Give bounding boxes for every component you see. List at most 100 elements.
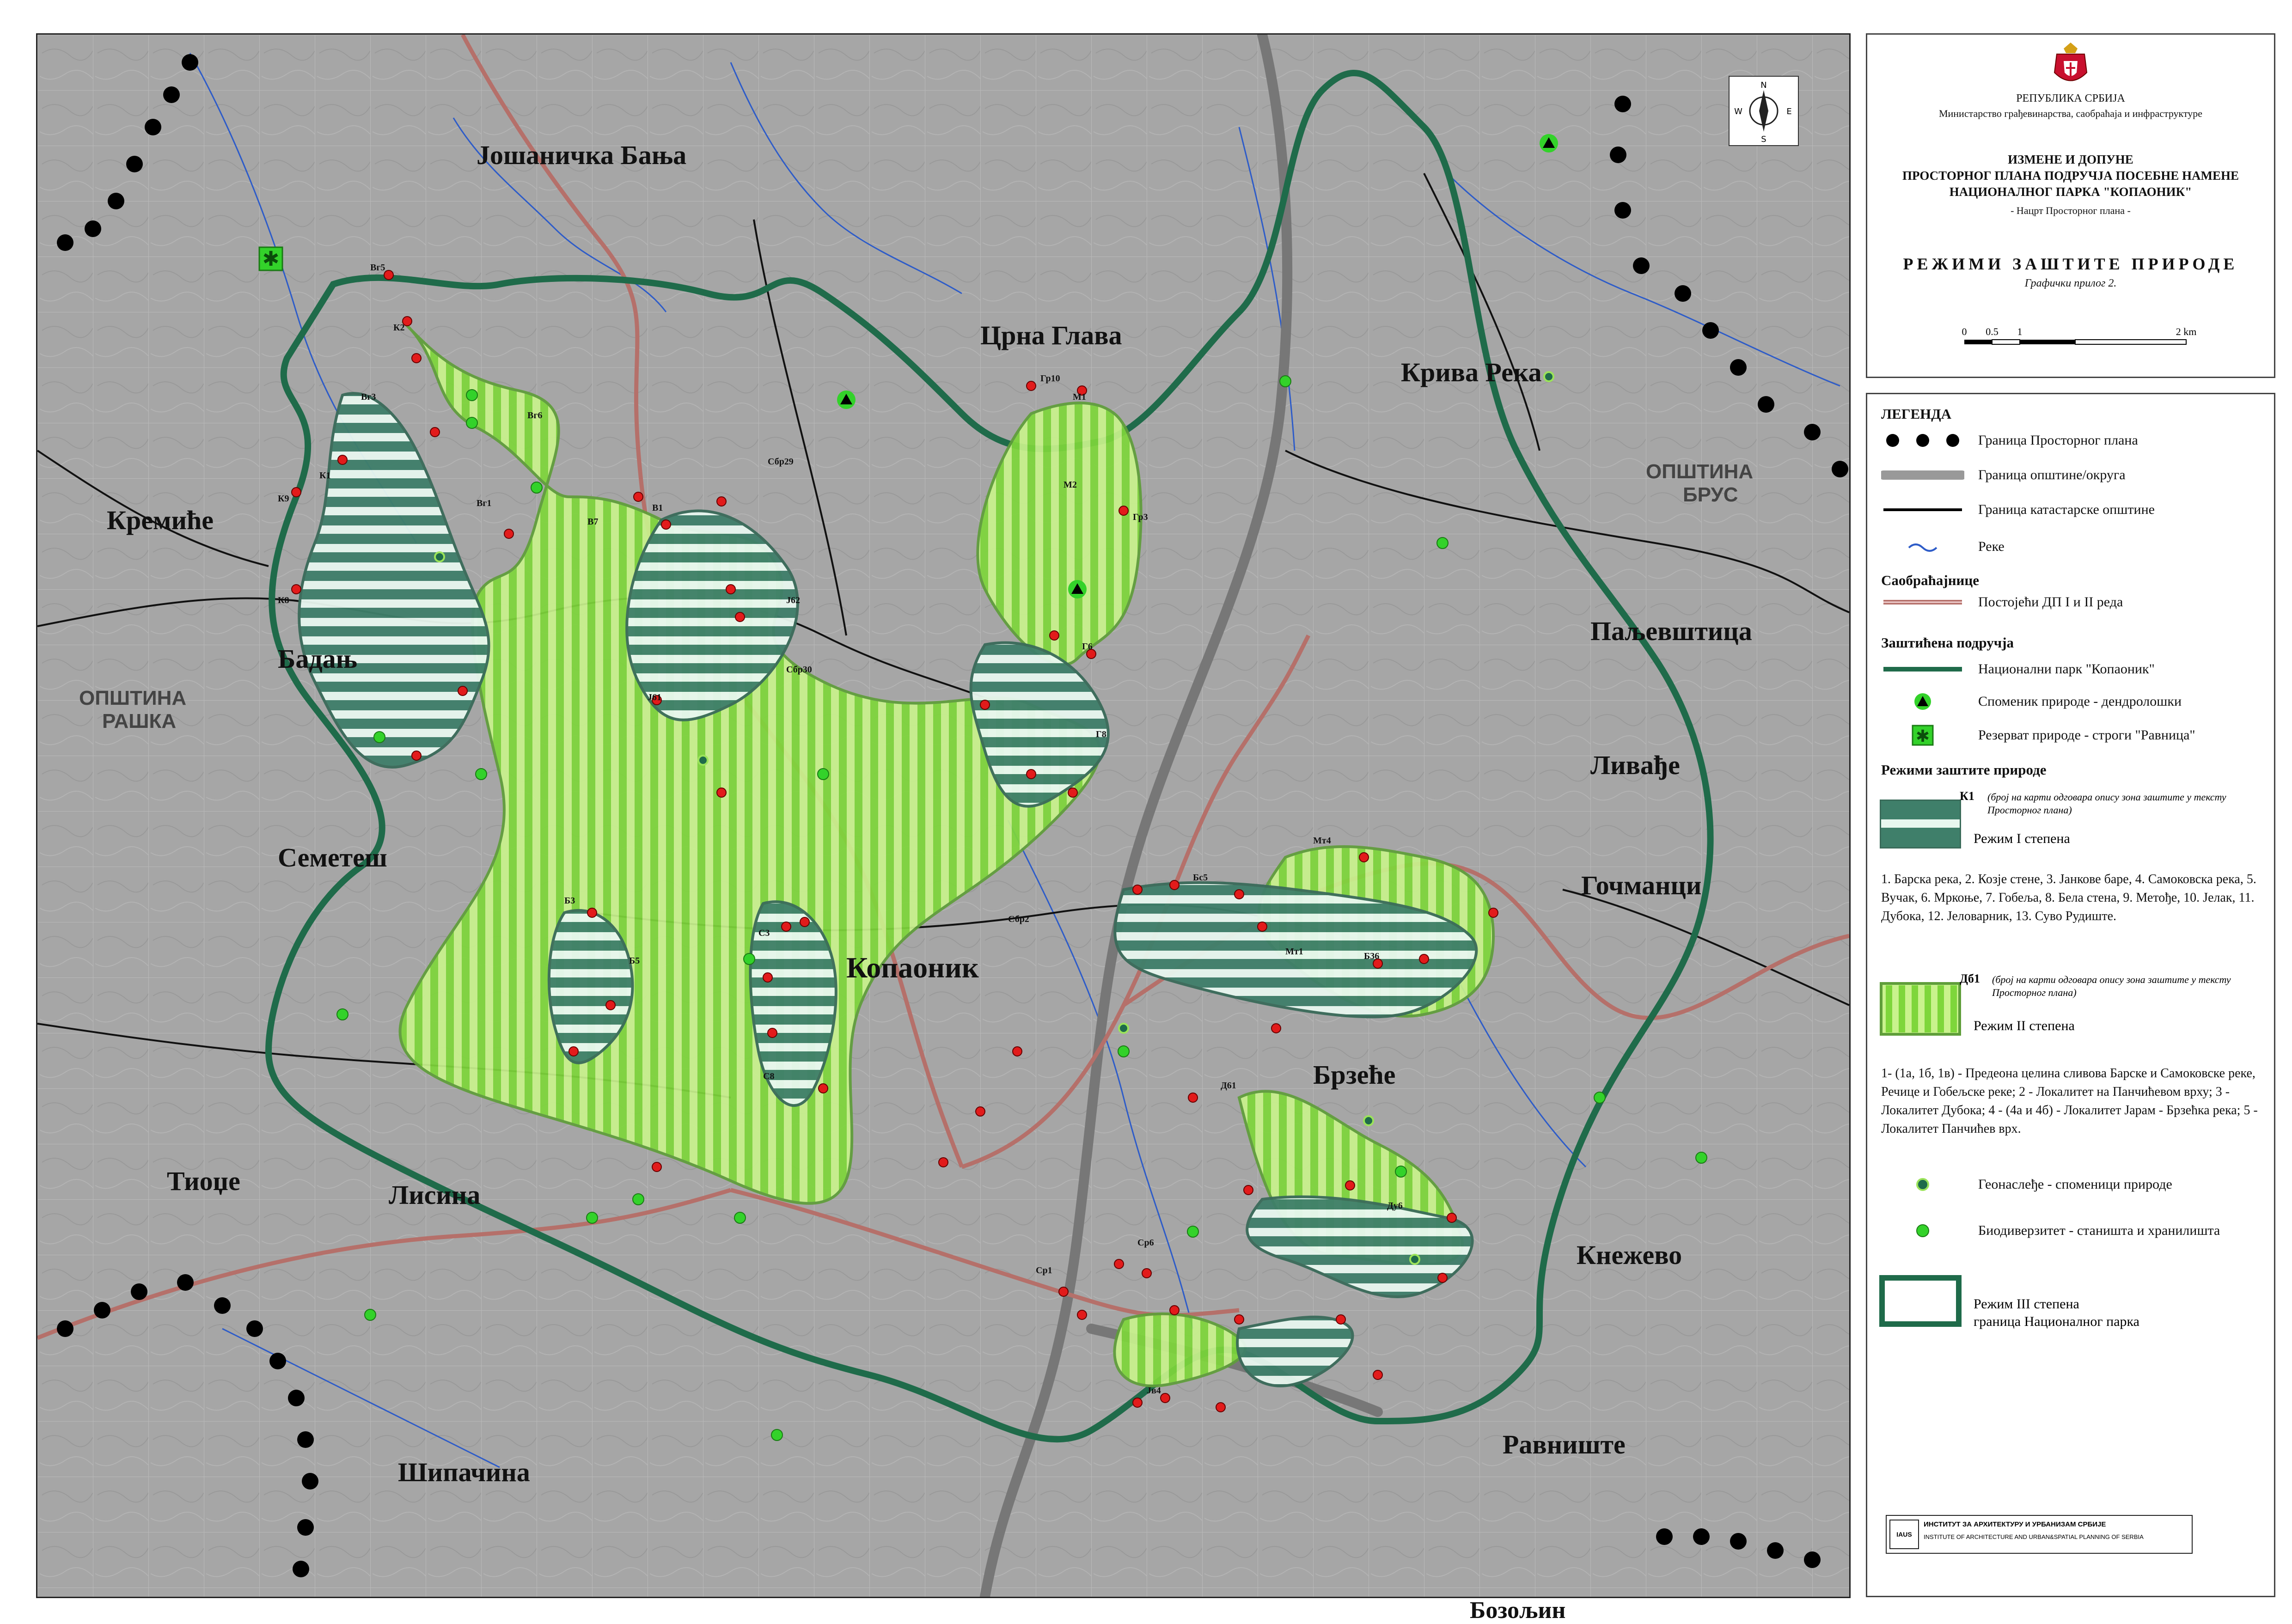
institute-line-1: ИНСТИТУТ ЗА АРХИТЕКТУРУ И УРБАНИЗАМ СРБИ… [1924,1520,2106,1528]
place-opstina-raska-2: РАШКА [102,710,176,733]
regime-1-desc: 1. Барска река, 2. Козје стене, 3. Јанко… [1881,872,2256,923]
legend-row-biodiversity: Биодиверзитет - станишта и хранилишта [1881,1221,2220,1240]
plan-title-1: ИЗМЕНЕ И ДОПУНЕ [2008,153,2133,166]
svg-text:Вг3: Вг3 [361,392,376,402]
place-opstina-brus: ОПШТИНА [1646,460,1753,483]
plan-title-2: ПРОСТОРНОГ ПЛАНА ПОДРУЧЈА ПОСЕБНЕ НАМЕНЕ [1902,169,2239,183]
svg-text:E: E [1786,107,1791,116]
svg-text:Гр10: Гр10 [1040,373,1060,384]
svg-text:Ср1: Ср1 [1036,1265,1052,1276]
svg-text:К8: К8 [278,595,289,605]
dots-line-icon [1886,434,1959,447]
legend-regimes-head: Режими заштите природе [1881,762,2047,778]
ministry-label: Министарство грађевинарства, саобраћаја … [1938,108,2203,119]
svg-text:Ср6: Ср6 [1137,1238,1154,1248]
place-ravniste: Равниште [1503,1429,1626,1459]
svg-text:С3: С3 [758,928,770,938]
title-block: РЕПУБЛИКА СРБИЈА Министарство грађевинар… [1866,33,2275,378]
place-josanicka-banja: Јошаничка Бања [477,140,686,170]
svg-text:К2: К2 [393,323,405,333]
svg-text:0.5: 0.5 [1986,326,1999,337]
institute-box: IAUS ИНСТИТУТ ЗА АРХИТЕКТУРУ И УРБАНИЗАМ… [1886,1515,2193,1554]
svg-text:Вг6: Вг6 [527,410,542,421]
place-brzece: Брзеће [1313,1060,1395,1090]
svg-text:Мт1: Мт1 [1285,946,1303,957]
svg-text:М2: М2 [1063,480,1077,490]
svg-text:1: 1 [2017,326,2023,337]
svg-text:Сбр29: Сбр29 [768,457,794,467]
scale-bar: 0 0.5 1 2 km [1962,326,2197,345]
svg-text:В7: В7 [587,517,598,527]
regime-2-desc: 1- (1а, 1б, 1в) - Предеона целина сливов… [1881,1066,2258,1136]
place-kremice: Кремиће [107,505,214,535]
svg-text:Вг1: Вг1 [477,498,491,508]
regime-3-swatch [1879,1275,1962,1327]
regime-2-code: Дб1 [1960,972,1980,985]
regime-1-label: Режим I степена [1974,831,2070,846]
svg-text:Б5: Б5 [629,956,640,966]
svg-text:✱: ✱ [263,247,280,271]
svg-text:Б3: Б3 [564,896,575,906]
regime-2-label: Режим II степена [1974,1018,2075,1033]
map-frame[interactable]: ✱ N S E W Јошаничка Бања Црна Глава Крив… [36,33,1851,1598]
legend-protected-head: Заштићена подручја [1881,635,2014,651]
place-badanj: Бадањ [278,644,357,674]
regime-1-note: (број на карти одговара опису зона зашти… [1987,791,2226,816]
svg-text:Мт4: Мт4 [1313,836,1331,846]
legend-row-reserve: ✱ Резерват природе - строги "Равница" [1881,725,2195,746]
legend-traffic-head: Саобраћајнице [1881,572,1980,588]
park-line-icon [1883,667,1962,672]
svg-text:0: 0 [1962,326,1967,337]
svg-text:Ј61: Ј61 [648,692,661,702]
svg-text:Г6: Г6 [1082,641,1093,652]
place-tiodze: Тиоџе [167,1166,240,1196]
svg-text:Д61: Д61 [1221,1081,1236,1091]
map-canvas[interactable]: ✱ N S E W Јошаничка Бања Црна Глава Крив… [37,35,1849,1597]
reserve-asterisk: ✱ [258,246,283,271]
svg-text:Сбр30: Сбр30 [786,665,812,675]
place-kopaonik: Копаоник [846,951,979,984]
grey-line-icon [1881,470,1964,480]
svg-text:С8: С8 [763,1071,774,1081]
svg-text:Јв4: Јв4 [1147,1386,1161,1396]
legend-row-municipality: Граница општине/округа [1881,466,2126,484]
river-icon [1908,543,1938,552]
legend-title: ЛЕГЕНДА [1881,406,1952,422]
place-gocmanci: Гочманци [1581,870,1701,900]
svg-text:Бс5: Бс5 [1193,873,1208,883]
place-opstina-brus-2: БРУС [1683,483,1738,506]
legend-row-national-park: Национални парк "Копаоник" [1881,660,2155,678]
svg-text:К9: К9 [278,494,289,504]
svg-text:В1: В1 [652,503,663,513]
svg-text:Ду6: Ду6 [1387,1201,1403,1211]
svg-text:Ј62: Ј62 [786,595,800,605]
place-paljevstica: Паљевштица [1590,616,1752,646]
map-title: РЕЖИМИ ЗАШТИТЕ ПРИРОДЕ [1903,255,2238,273]
svg-text:Сбр2: Сбр2 [1008,914,1029,924]
compass-rose: N S E W [1729,76,1799,146]
legend-row-cadastral: Граница катастарске општине [1881,501,2155,519]
republic-label: РЕПУБЛИКА СРБИЈА [2016,92,2125,104]
iaus-logo-icon: IAUS [1889,1520,1919,1549]
legend-row-plan-boundary: Граница Просторног плана [1881,431,2138,450]
svg-text:К1: К1 [319,470,331,481]
svg-text:W: W [1734,107,1742,116]
svg-text:S: S [1761,134,1766,144]
regime-3-label: Режим III степена граница Националног па… [1974,1296,2139,1329]
place-lisina: Лисина [389,1180,480,1210]
place-livadje: Ливађе [1590,750,1680,780]
svg-text:Вг5: Вг5 [370,263,385,273]
place-sipacina: Шипачина [398,1457,530,1487]
triangle-icon [1914,693,1931,710]
place-crna-glava: Црна Глава [980,320,1122,350]
svg-text:2 km: 2 km [2176,326,2197,337]
svg-text:N: N [1760,80,1766,90]
regime-1-swatch [1880,800,1961,849]
svg-text:Г8: Г8 [1096,729,1106,739]
place-opstina-raska: ОПШТИНА [79,687,186,709]
svg-text:Б36: Б36 [1364,951,1379,961]
geoheritage-icon [1916,1178,1929,1191]
black-line-icon [1883,508,1962,511]
institute-line-2: INSTITUTE OF ARCHITECTURE AND URBAN&SPAT… [1924,1533,2144,1540]
regime-2-note: (број на карти одговара опису зона зашти… [1992,974,2231,998]
